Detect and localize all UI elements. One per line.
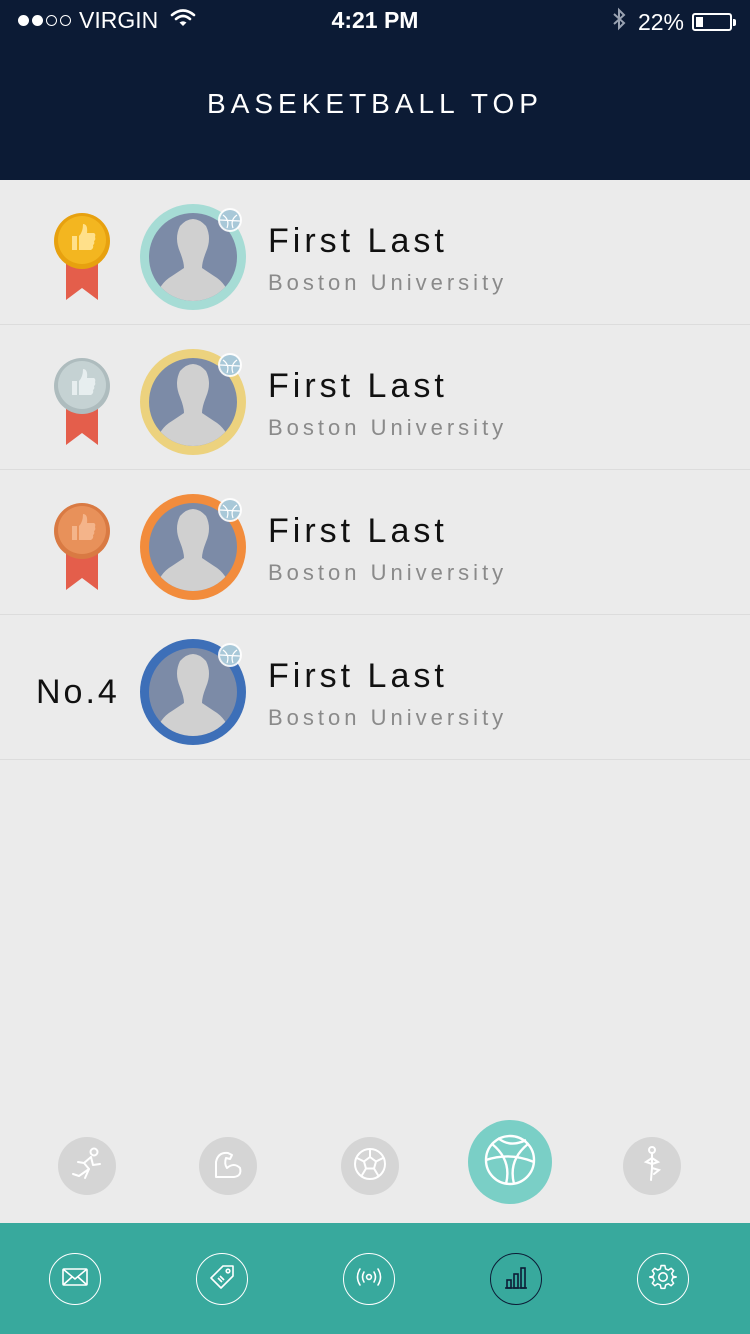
battery-icon <box>692 13 736 31</box>
leaderboard-row[interactable]: No.4 First Last Boston University <box>0 615 750 760</box>
status-right: 22% <box>612 7 736 37</box>
player-school: Boston University <box>268 415 508 440</box>
avatar[interactable] <box>140 204 246 310</box>
soccer-ball-icon <box>350 1144 390 1189</box>
player-school: Boston University <box>268 560 508 585</box>
bar-chart-icon <box>503 1264 529 1295</box>
yoga-icon <box>632 1144 672 1189</box>
player-school: Boston University <box>268 705 508 730</box>
muscle-icon <box>208 1144 248 1189</box>
tab-live[interactable] <box>343 1253 395 1305</box>
leaderboard-row[interactable]: First Last Boston University <box>0 325 750 470</box>
avatar[interactable] <box>140 349 246 455</box>
silver-medal-icon <box>52 357 112 447</box>
battery-percent: 22% <box>637 8 684 35</box>
gear-icon <box>648 1263 678 1296</box>
leaderboard-row[interactable]: First Last Boston University <box>0 180 750 325</box>
broadcast-icon <box>354 1266 384 1293</box>
top-header: VIRGIN 4:21 PM 22% BASEKETBALL TOP <box>0 0 750 180</box>
leaderboard-list: First Last Boston University First Last … <box>0 180 750 760</box>
tab-settings[interactable] <box>637 1253 689 1305</box>
avatar[interactable] <box>140 639 246 745</box>
sport-fitness-button[interactable] <box>199 1137 257 1195</box>
battery-level <box>696 17 703 27</box>
mail-icon <box>62 1267 88 1292</box>
gold-medal-icon <box>52 212 112 302</box>
player-name: First Last <box>268 512 448 550</box>
player-name: First Last <box>268 222 448 260</box>
tab-tags[interactable] <box>196 1253 248 1305</box>
tag-icon <box>208 1263 236 1296</box>
sport-yoga-button[interactable] <box>623 1137 681 1195</box>
page-title: BASEKETBALL TOP <box>207 88 543 119</box>
sport-basketball-button[interactable] <box>468 1120 552 1204</box>
running-icon <box>67 1144 107 1189</box>
rank-number: No.4 <box>36 673 120 711</box>
tab-messages[interactable] <box>49 1253 101 1305</box>
bluetooth-icon <box>612 7 626 37</box>
tab-bar <box>0 1223 750 1334</box>
player-name: First Last <box>268 367 448 405</box>
bronze-medal-icon <box>52 502 112 592</box>
tab-rankings[interactable] <box>490 1253 542 1305</box>
sport-selector <box>0 1118 750 1208</box>
basketball-icon <box>482 1132 538 1193</box>
leaderboard-row[interactable]: First Last Boston University <box>0 470 750 615</box>
avatar[interactable] <box>140 494 246 600</box>
sport-running-button[interactable] <box>58 1137 116 1195</box>
sport-soccer-button[interactable] <box>341 1137 399 1195</box>
player-school: Boston University <box>268 270 508 295</box>
status-bar: VIRGIN 4:21 PM 22% <box>0 0 750 44</box>
player-name: First Last <box>268 657 448 695</box>
